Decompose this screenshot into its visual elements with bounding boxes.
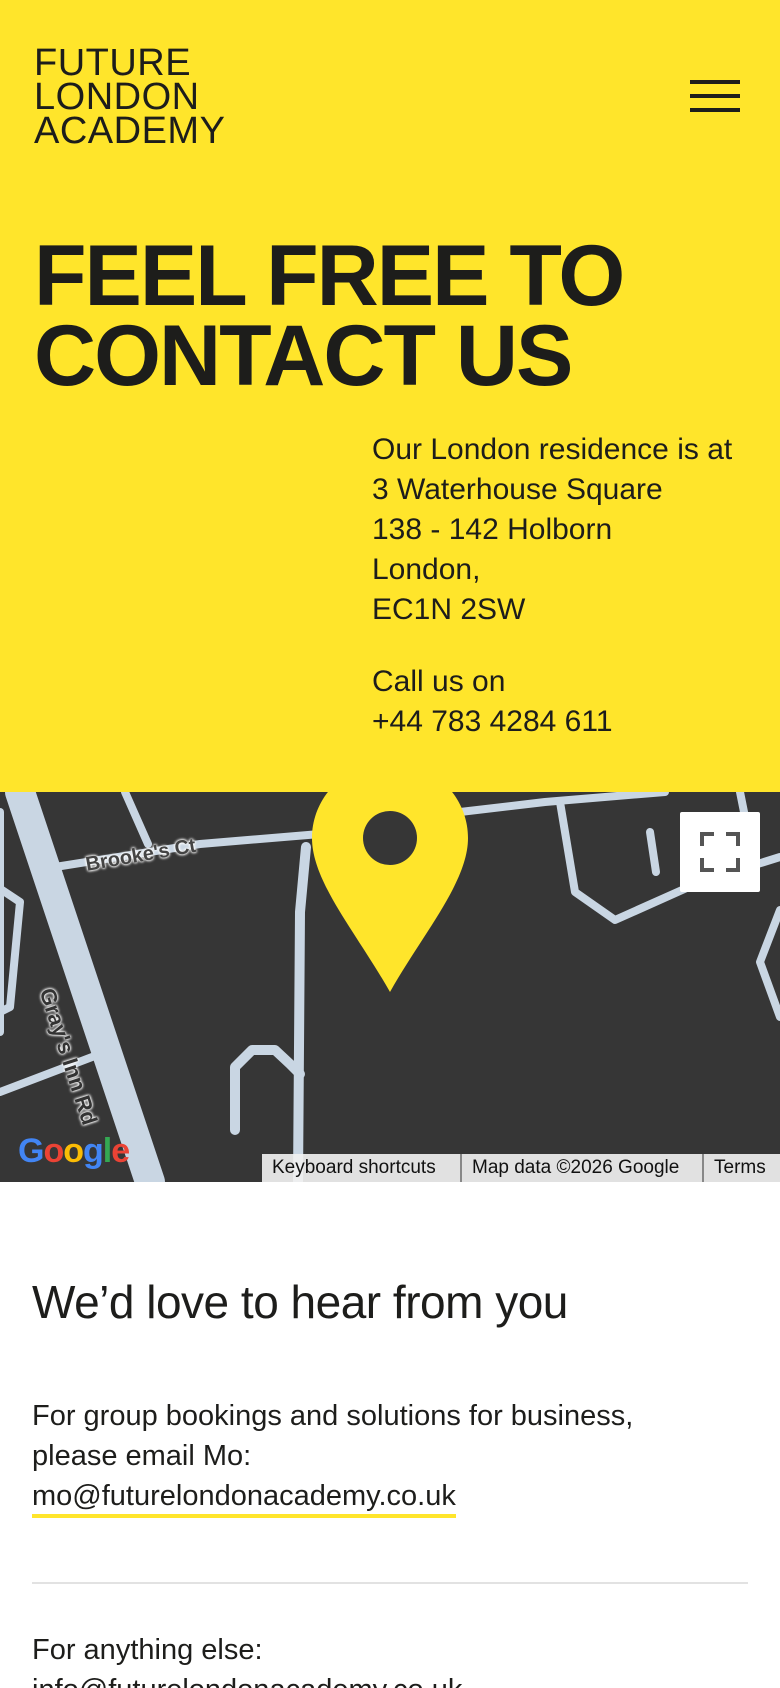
headline-line-2: CONTACT US — [34, 308, 573, 404]
other-enquiries-label: For anything else: — [32, 1634, 263, 1666]
fullscreen-button[interactable] — [680, 812, 760, 892]
contact-section-title: We’d love to hear from you — [32, 1276, 568, 1328]
menu-bar — [690, 108, 740, 112]
menu-bar — [690, 80, 740, 84]
logo-line-1: FUTURE — [34, 42, 192, 84]
menu-icon[interactable] — [690, 78, 740, 114]
keyboard-shortcuts-button[interactable]: Keyboard shortcuts — [262, 1154, 460, 1182]
headline-line-1: FEEL FREE TO — [34, 228, 625, 324]
google-logo[interactable]: Google — [18, 1132, 130, 1171]
logo-line-3: ACADEMY — [34, 110, 226, 152]
phone-block: Call us on +44 783 4284 611 — [372, 662, 772, 742]
address-line: Our London residence is at — [372, 433, 733, 466]
group-bookings-line: please email Mo: — [32, 1440, 252, 1472]
logo-line-2: LONDON — [34, 76, 200, 118]
map-embed[interactable]: Brooke's Ct Gray's Inn Rd Google Keyboar… — [0, 792, 780, 1182]
call-label: Call us on — [372, 665, 506, 698]
location-pin-icon[interactable] — [312, 792, 468, 992]
group-bookings-text: For group bookings and solutions for bus… — [32, 1396, 752, 1518]
other-enquiries-text: For anything else: info@futurelondonacad… — [32, 1630, 752, 1688]
address-line: 3 Waterhouse Square — [372, 473, 663, 506]
address-line: EC1N 2SW — [372, 593, 526, 626]
map-terms-link[interactable]: Terms — [702, 1154, 780, 1182]
group-email-link[interactable]: mo@futurelondonacademy.co.uk — [32, 1478, 456, 1518]
info-email-link[interactable]: info@futurelondonacademy.co.uk — [32, 1672, 462, 1688]
address-line: London, — [372, 553, 481, 586]
address-line: 138 - 142 Holborn — [372, 513, 613, 546]
site-logo[interactable]: FUTURE LONDON ACADEMY — [34, 42, 226, 152]
group-bookings-line: For group bookings and solutions for bus… — [32, 1400, 634, 1432]
menu-bar — [690, 94, 740, 98]
phone-number-link[interactable]: +44 783 4284 611 — [372, 702, 772, 742]
hero-section: FUTURE LONDON ACADEMY FEEL FREE TO CONTA… — [0, 0, 780, 792]
divider — [32, 1582, 748, 1584]
map-data-attribution: Map data ©2026 Google — [460, 1154, 702, 1182]
fullscreen-icon — [700, 832, 740, 872]
page-title: FEEL FREE TO CONTACT US — [34, 228, 754, 404]
postal-address: Our London residence is at 3 Waterhouse … — [372, 430, 772, 630]
